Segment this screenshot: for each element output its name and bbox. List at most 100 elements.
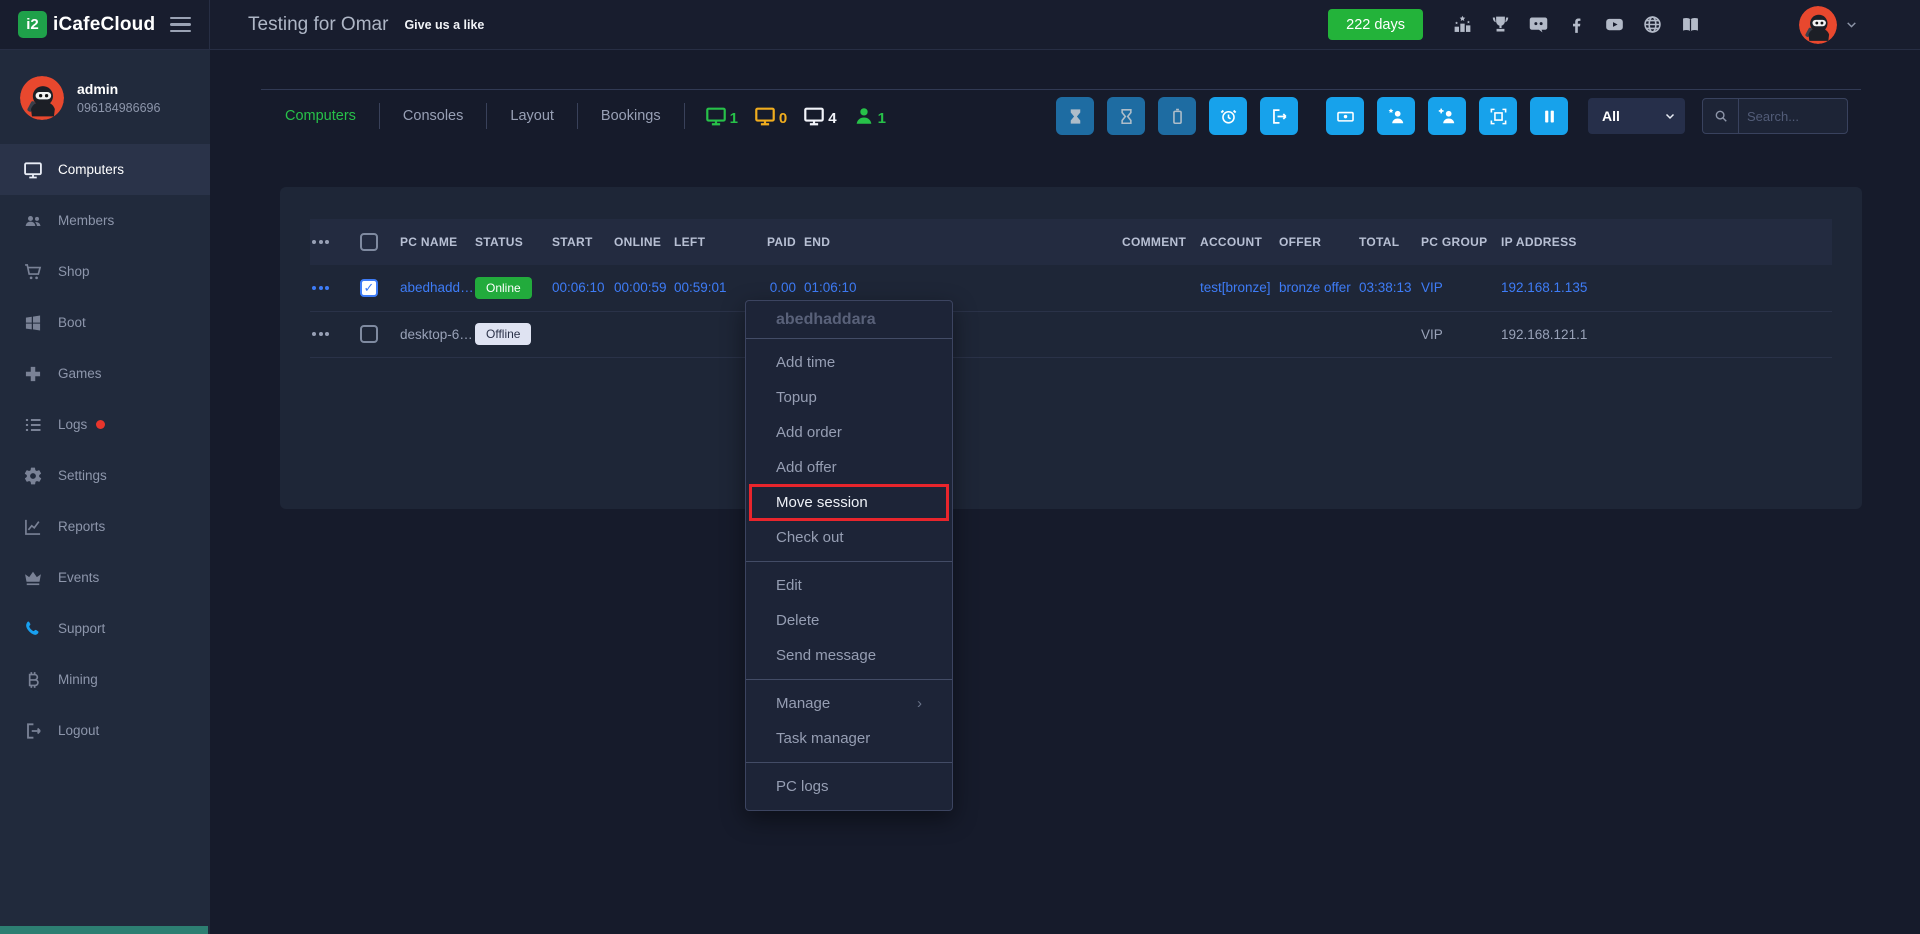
sidebar-item-shop[interactable]: Shop xyxy=(0,246,210,297)
tab-divider xyxy=(684,103,685,129)
count-value: 1 xyxy=(730,110,738,127)
topbar-icons xyxy=(1452,14,1701,35)
pause-button[interactable] xyxy=(1530,97,1568,135)
menu-item-topup[interactable]: Topup xyxy=(746,380,952,415)
cell-account xyxy=(1200,311,1279,357)
filter-select[interactable]: All xyxy=(1588,98,1685,134)
menu-item-manage[interactable]: Manage › xyxy=(746,686,952,721)
table-row: abedhaddara Online 00:06:10 00:00:59 00:… xyxy=(310,265,1832,311)
pc-name-link[interactable]: abedhaddara xyxy=(400,265,475,311)
cafe-title: Testing for Omar xyxy=(248,14,388,36)
sidebar-item-settings[interactable]: Settings xyxy=(0,450,210,501)
sidebar-item-support[interactable]: Support xyxy=(0,603,210,654)
manual-icon[interactable] xyxy=(1680,14,1701,35)
sidebar-item-games[interactable]: Games xyxy=(0,348,210,399)
col-online: ONLINE xyxy=(614,219,674,265)
select-all-checkbox[interactable] xyxy=(360,233,378,251)
app-logo-icon: i2 xyxy=(18,11,47,38)
tab-computers[interactable]: Computers xyxy=(285,108,379,124)
globe-icon[interactable] xyxy=(1642,14,1663,35)
user-avatar[interactable] xyxy=(1799,6,1837,44)
cash-button[interactable] xyxy=(1326,97,1364,135)
sidebar-item-label: Computers xyxy=(58,162,124,177)
hourglass-outline-button[interactable] xyxy=(1107,97,1145,135)
sidebar-item-label: Logs xyxy=(58,417,87,432)
cart-icon xyxy=(23,262,43,282)
row-menu-icon[interactable] xyxy=(310,332,360,336)
list-icon xyxy=(23,415,43,435)
row-checkbox[interactable] xyxy=(360,279,378,297)
col-account: ACCOUNT xyxy=(1200,219,1279,265)
menu-item-move-session[interactable]: Move session xyxy=(746,485,952,520)
leaderboard-icon[interactable] xyxy=(1452,14,1473,35)
status-counts: 1 0 4 1 xyxy=(705,105,886,127)
computers-table: PC NAME STATUS START ONLINE LEFT PAID EN… xyxy=(310,219,1832,358)
menu-item-add-offer[interactable]: Add offer xyxy=(746,450,952,485)
menu-item-check-out[interactable]: Check out xyxy=(746,520,952,555)
admin-name: admin xyxy=(77,81,160,97)
pc-online-icon xyxy=(705,105,727,127)
menu-item-pc-logs[interactable]: PC logs xyxy=(746,769,952,804)
menu-item-delete[interactable]: Delete xyxy=(746,603,952,638)
hourglass-filled-button[interactable] xyxy=(1056,97,1094,135)
sidebar-item-events[interactable]: Events xyxy=(0,552,210,603)
logs-alert-dot xyxy=(96,420,105,429)
windows-icon xyxy=(23,313,43,333)
table-row: desktop-6j3rg… Offline VIP 192.168.121.1 xyxy=(310,311,1832,357)
row-checkbox[interactable] xyxy=(360,325,378,343)
monitor-icon xyxy=(23,160,43,180)
menu-item-edit[interactable]: Edit xyxy=(746,568,952,603)
pc-busy-count: 0 xyxy=(754,105,787,127)
table-header-row: PC NAME STATUS START ONLINE LEFT PAID EN… xyxy=(310,219,1832,265)
give-us-a-like-link[interactable]: Give us a like xyxy=(404,18,484,32)
sidebar-item-computers[interactable]: Computers xyxy=(0,144,210,195)
youtube-icon[interactable] xyxy=(1604,14,1625,35)
menu-item-add-order[interactable]: Add order xyxy=(746,415,952,450)
tab-bookings[interactable]: Bookings xyxy=(578,108,684,124)
cell-offer: bronze offer xyxy=(1279,265,1359,311)
trophy-icon[interactable] xyxy=(1490,14,1511,35)
sidebar-item-members[interactable]: Members xyxy=(0,195,210,246)
sidebar-item-boot[interactable]: Boot xyxy=(0,297,210,348)
filter-select-wrap: All xyxy=(1588,98,1685,134)
facebook-icon[interactable] xyxy=(1566,14,1587,35)
sidebar-item-label: Members xyxy=(58,213,114,228)
user-menu[interactable] xyxy=(1799,6,1858,44)
cell-start xyxy=(552,311,614,357)
cell-offer xyxy=(1279,311,1359,357)
days-remaining-button[interactable]: 222 days xyxy=(1328,9,1423,40)
menu-item-task-manager[interactable]: Task manager xyxy=(746,721,952,756)
screenshot-button[interactable] xyxy=(1479,97,1517,135)
tab-consoles[interactable]: Consoles xyxy=(380,108,486,124)
horizontal-scrollbar-thumb[interactable] xyxy=(0,926,208,934)
logo-glyph: i2 xyxy=(26,16,39,33)
add-guest-button[interactable] xyxy=(1377,97,1415,135)
brand-name: iCafeCloud xyxy=(53,14,155,36)
admin-avatar xyxy=(20,76,64,120)
col-pc-group: PC GROUP xyxy=(1421,219,1501,265)
row-menu-icon[interactable] xyxy=(310,286,360,290)
check-out-button[interactable] xyxy=(1260,97,1298,135)
sidebar-item-label: Support xyxy=(58,621,105,636)
search-icon xyxy=(1703,99,1739,133)
sidebar-item-label: Mining xyxy=(58,672,98,687)
pc-name-link[interactable]: desktop-6j3rg… xyxy=(400,311,475,357)
menu-item-label: Manage xyxy=(776,686,830,721)
search-input[interactable] xyxy=(1739,109,1847,124)
sidebar-item-logout[interactable]: Logout xyxy=(0,705,210,756)
menu-item-send-message[interactable]: Send message xyxy=(746,638,952,673)
sidebar-item-mining[interactable]: Mining xyxy=(0,654,210,705)
sidebar-item-reports[interactable]: Reports xyxy=(0,501,210,552)
discord-icon[interactable] xyxy=(1528,14,1549,35)
col-end: END xyxy=(804,219,1122,265)
battery-button[interactable] xyxy=(1158,97,1196,135)
menu-item-add-time[interactable]: Add time xyxy=(746,345,952,380)
sidebar-item-logs[interactable]: Logs xyxy=(0,399,210,450)
cell-total: 03:38:13 xyxy=(1359,265,1421,311)
pc-busy-icon xyxy=(754,105,776,127)
hamburger-menu-icon[interactable] xyxy=(170,13,191,37)
alarm-button[interactable] xyxy=(1209,97,1247,135)
add-member-button[interactable] xyxy=(1428,97,1466,135)
header-row-menu-icon[interactable] xyxy=(310,240,360,244)
tab-layout[interactable]: Layout xyxy=(487,108,577,124)
